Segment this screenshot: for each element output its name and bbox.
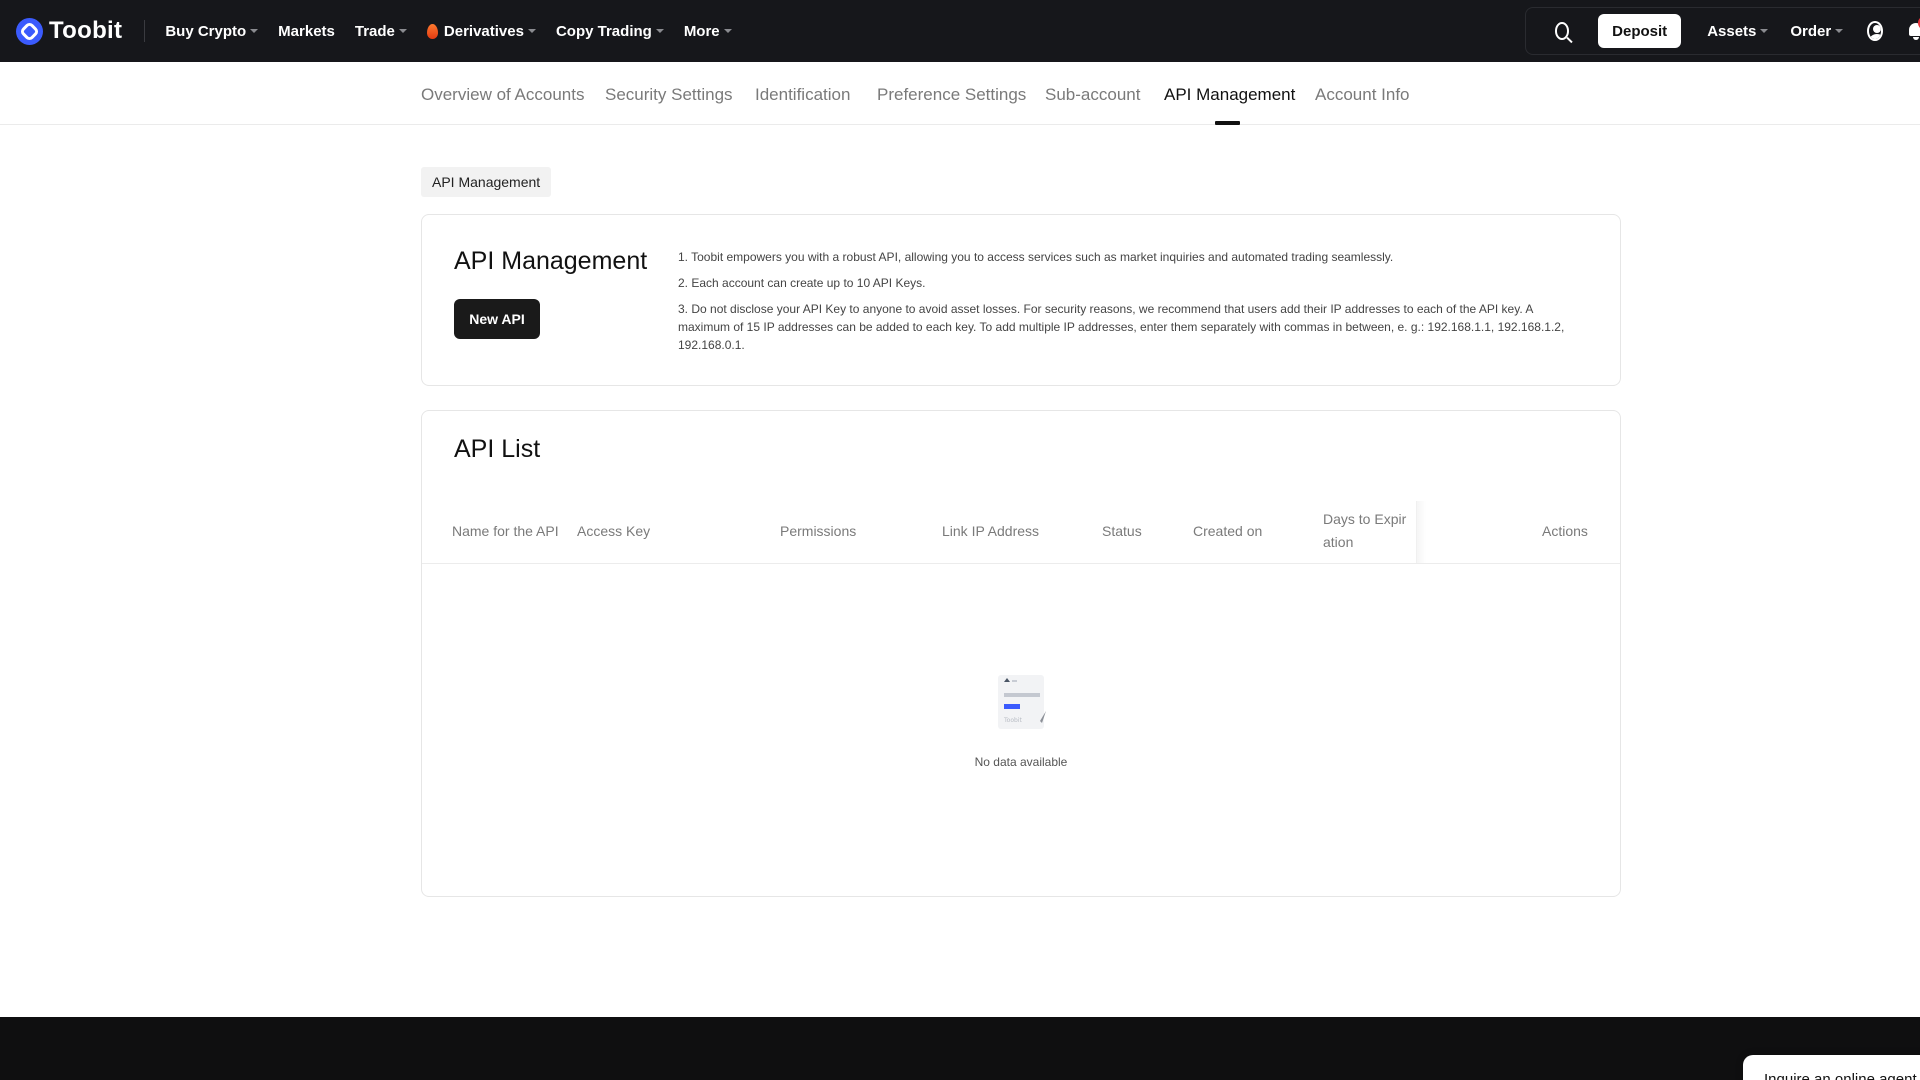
- nav-buy-crypto[interactable]: Buy Crypto: [165, 22, 259, 40]
- tab-preference-settings[interactable]: Preference Settings: [877, 85, 1026, 105]
- logo-text: Toobit: [49, 17, 123, 44]
- empty-state-watermark: Toobit: [1003, 717, 1022, 724]
- caret-down-icon: [1835, 29, 1844, 33]
- api-note: 2. Each account can create up to 10 API …: [678, 276, 926, 290]
- nav-label: Order: [1790, 22, 1832, 40]
- caret-down-icon: [527, 29, 536, 33]
- nav-copy-trading[interactable]: Copy Trading: [556, 23, 664, 40]
- deposit-button[interactable]: Deposit: [1598, 14, 1682, 48]
- column-header-actions: Actions: [1542, 523, 1588, 539]
- nav-derivatives[interactable]: Derivatives: [426, 22, 536, 40]
- tab-identification[interactable]: Identification: [755, 85, 850, 105]
- tab-account-info[interactable]: Account Info: [1315, 85, 1410, 105]
- active-tab-indicator: [1215, 121, 1240, 125]
- column-header-status: Status: [1102, 523, 1142, 539]
- nav-label: Derivatives: [443, 22, 524, 40]
- breadcrumb: API Management: [421, 167, 552, 197]
- caret-down-icon: [655, 29, 664, 33]
- new-api-button[interactable]: New API: [454, 299, 540, 339]
- top-navbar: Toobit Buy Crypto Markets Trade Derivati…: [0, 0, 1920, 62]
- column-header-name: Name for the API: [452, 523, 559, 539]
- user-icon[interactable]: [1867, 21, 1883, 41]
- column-header-days-to-expiration: Days to Expiration: [1323, 511, 1407, 550]
- bell-icon[interactable]: 9: [1907, 16, 1920, 40]
- search-icon[interactable]: [1555, 22, 1570, 40]
- nav-assets[interactable]: Assets: [1707, 22, 1769, 40]
- empty-state-text: No data available: [974, 755, 1068, 769]
- nav-label: Markets: [278, 22, 335, 40]
- api-notes: 1. Toobit empowers you with a robust API…: [678, 248, 1583, 362]
- api-note: 3. Do not disclose your API Key to anyon…: [678, 302, 1565, 352]
- api-note: 1. Toobit empowers you with a robust API…: [678, 250, 1394, 264]
- empty-state-icon: Toobit: [998, 675, 1046, 729]
- api-list-title: API List: [454, 435, 541, 463]
- column-header-link-ip: Link IP Address: [942, 523, 1040, 539]
- nav-trade[interactable]: Trade: [355, 23, 407, 40]
- nav-label: Assets: [1707, 22, 1757, 40]
- column-header-access-key: Access Key: [577, 523, 651, 539]
- nav-markets[interactable]: Markets: [278, 23, 335, 40]
- column-header-created-on: Created on: [1193, 523, 1263, 539]
- footer: [0, 1017, 1920, 1080]
- api-management-title: API Management: [454, 247, 648, 275]
- api-management-card: API Management New API 1. Toobit empower…: [421, 214, 1621, 386]
- nav-label: Trade: [354, 22, 395, 40]
- nav-label: Copy Trading: [555, 22, 652, 40]
- nav-right-group: Deposit Assets Order 9: [1525, 7, 1920, 55]
- tab-overview-of-accounts[interactable]: Overview of Accounts: [421, 85, 584, 105]
- toobit-logo-icon: [16, 17, 43, 45]
- nav-label: More: [683, 22, 720, 40]
- nav-order[interactable]: Order: [1790, 22, 1844, 40]
- nav-label: Buy Crypto: [165, 22, 247, 40]
- caret-down-icon: [398, 29, 407, 33]
- flame-icon: [426, 23, 438, 39]
- api-list-card: API List Name for the API Access Key Per…: [421, 410, 1621, 897]
- tab-api-management[interactable]: API Management: [1164, 85, 1295, 105]
- logo[interactable]: Toobit: [16, 17, 122, 45]
- tab-sub-account[interactable]: Sub-account: [1045, 85, 1140, 105]
- main-nav: Buy Crypto Markets Trade Derivatives Cop…: [165, 0, 751, 62]
- caret-down-icon: [250, 29, 259, 33]
- nav-divider: [144, 20, 146, 42]
- table-header-divider: [422, 563, 1620, 564]
- fixed-column-shadow: [1416, 501, 1426, 563]
- tab-security-settings[interactable]: Security Settings: [605, 85, 733, 105]
- caret-down-icon: [723, 29, 732, 33]
- caret-down-icon: [1760, 29, 1769, 33]
- column-header-permissions: Permissions: [780, 523, 857, 539]
- nav-more[interactable]: More: [684, 23, 732, 40]
- account-tabs: Overview of Accounts Security Settings I…: [0, 62, 1920, 125]
- online-agent-chat-button[interactable]: Inquire an online agent: [1743, 1055, 1920, 1080]
